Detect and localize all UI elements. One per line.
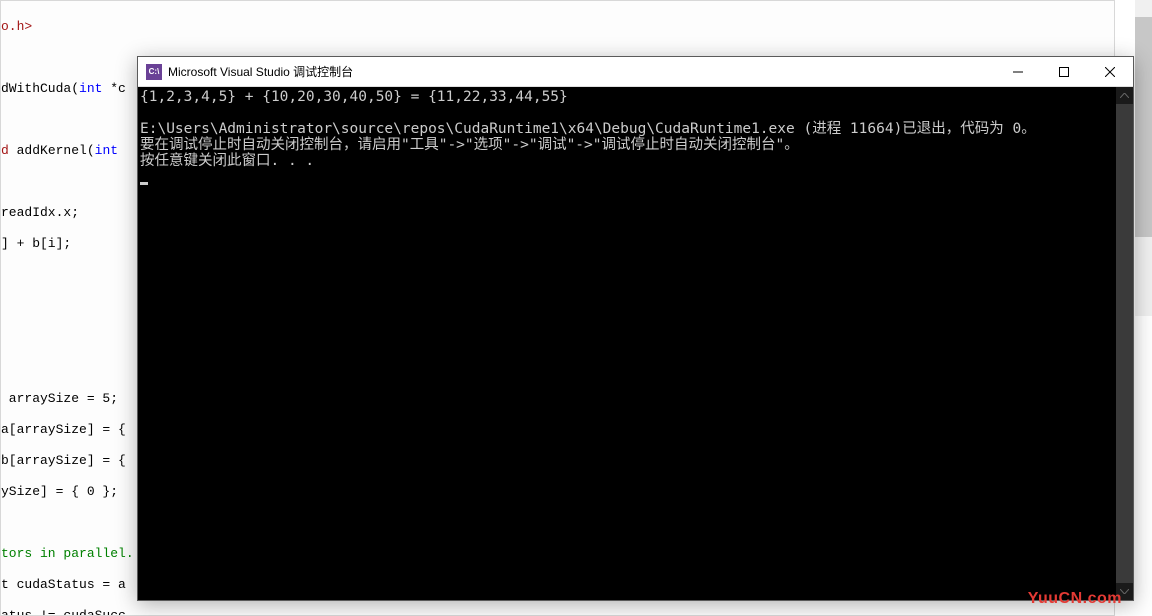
console-window: C:\ Microsoft Visual Studio 调试控制台 {1,2,3… <box>137 56 1134 601</box>
editor-scrollbar-thumb[interactable] <box>1135 17 1152 237</box>
console-app-icon: C:\ <box>146 64 162 80</box>
console-titlebar[interactable]: C:\ Microsoft Visual Studio 调试控制台 <box>138 57 1133 87</box>
window-controls <box>995 57 1133 86</box>
close-button[interactable] <box>1087 57 1133 86</box>
console-scrollbar[interactable] <box>1116 87 1133 600</box>
console-title: Microsoft Visual Studio 调试控制台 <box>168 63 995 80</box>
scrollbar-thumb[interactable] <box>1116 104 1133 583</box>
console-output: {1,2,3,4,5} + {10,20,30,40,50} = {11,22,… <box>140 89 1115 185</box>
code-text: o.h> <box>1 19 32 34</box>
scrollbar-track[interactable] <box>1116 104 1133 583</box>
chevron-up-icon <box>1120 93 1129 98</box>
console-cursor <box>140 182 148 185</box>
maximize-button[interactable] <box>1041 57 1087 86</box>
minimize-button[interactable] <box>995 57 1041 86</box>
editor-scrollbar[interactable] <box>1135 0 1152 316</box>
maximize-icon <box>1059 67 1069 77</box>
watermark: YuuCN.com <box>1028 590 1122 608</box>
close-icon <box>1105 67 1115 77</box>
console-body[interactable]: {1,2,3,4,5} + {10,20,30,40,50} = {11,22,… <box>138 87 1133 600</box>
scroll-up-button[interactable] <box>1116 87 1133 104</box>
minimize-icon <box>1013 67 1023 77</box>
